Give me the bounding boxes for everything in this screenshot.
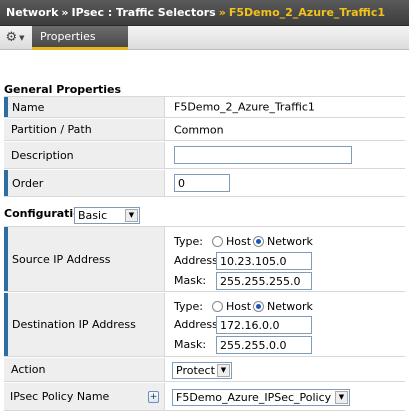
ipsec-policy-label-text: IPsec Policy Name xyxy=(10,390,110,403)
gear-icon: ⚙ xyxy=(5,30,18,45)
action-row: Action Protect ▼ xyxy=(4,358,405,382)
gear-menu-button[interactable]: ⚙ ▼ xyxy=(0,26,30,49)
destination-address-input[interactable] xyxy=(216,316,312,334)
source-mask-label: Mask: xyxy=(174,274,207,287)
description-input[interactable] xyxy=(174,146,352,164)
chevron-down-icon: ▼ xyxy=(19,33,25,42)
description-label: Description xyxy=(4,142,165,168)
destination-network-label: Network xyxy=(267,300,313,313)
action-label: Action xyxy=(4,358,165,381)
destination-network-radio[interactable] xyxy=(253,301,264,312)
destination-host-label: Host xyxy=(226,300,252,313)
breadcrumb: Network » IPsec : Traffic Selectors » F5… xyxy=(0,0,409,26)
source-address-input[interactable] xyxy=(216,252,312,270)
name-value: F5Demo_2_Azure_Traffic1 xyxy=(174,100,315,114)
partition-value: Common xyxy=(174,123,224,136)
breadcrumb-separator: » xyxy=(61,6,69,19)
breadcrumb-ipsec-traffic-selectors[interactable]: IPsec : Traffic Selectors xyxy=(72,6,216,19)
add-policy-button[interactable]: + xyxy=(148,391,159,403)
source-type-label: Type: xyxy=(174,235,203,248)
destination-type-label: Type: xyxy=(174,300,203,313)
chevron-down-icon: ▼ xyxy=(335,391,348,404)
destination-ip-row: Destination IP Address Type: Host Networ… xyxy=(4,293,405,357)
chevron-down-icon: ▼ xyxy=(125,209,138,222)
source-ip-label: Source IP Address xyxy=(4,227,165,291)
name-label: Name xyxy=(4,97,165,117)
breadcrumb-current: F5Demo_2_Azure_Traffic1 xyxy=(228,6,385,19)
breadcrumb-separator: » xyxy=(218,6,226,19)
description-row: Description xyxy=(4,142,405,169)
source-address-label: Address: xyxy=(174,254,222,267)
action-value: Protect xyxy=(176,364,215,377)
order-row: Order xyxy=(4,170,405,197)
chevron-down-icon: ▼ xyxy=(217,364,230,377)
source-host-radio[interactable] xyxy=(212,236,223,247)
source-host-label: Host xyxy=(226,235,252,248)
configuration-value: Basic xyxy=(78,209,108,222)
destination-ip-label: Destination IP Address xyxy=(4,293,165,356)
order-label: Order xyxy=(4,170,165,196)
source-network-label: Network xyxy=(267,235,313,248)
source-mask-input[interactable] xyxy=(216,272,312,290)
configuration-select[interactable]: Basic ▼ xyxy=(74,207,140,224)
source-network-radio[interactable] xyxy=(253,236,264,247)
order-input[interactable] xyxy=(174,174,230,192)
tab-bar: ⚙ ▼ Properties xyxy=(0,26,409,50)
ipsec-policy-label: IPsec Policy Name + xyxy=(4,383,165,410)
name-row: Name F5Demo_2_Azure_Traffic1 xyxy=(4,96,405,118)
partition-row: Partition / Path Common xyxy=(4,119,405,141)
ipsec-policy-row: IPsec Policy Name + F5Demo_Azure_IPSec_P… xyxy=(4,383,405,411)
ipsec-policy-value: F5Demo_Azure_IPSec_Policy xyxy=(176,391,332,404)
ipsec-policy-select[interactable]: F5Demo_Azure_IPSec_Policy ▼ xyxy=(172,389,350,406)
tab-properties[interactable]: Properties xyxy=(32,26,128,50)
general-properties-title: General Properties xyxy=(4,83,122,96)
action-select[interactable]: Protect ▼ xyxy=(172,362,232,379)
partition-label: Partition / Path xyxy=(4,119,165,140)
destination-mask-label: Mask: xyxy=(174,338,207,351)
destination-host-radio[interactable] xyxy=(212,301,223,312)
source-ip-row: Source IP Address Type: Host Network Add… xyxy=(4,226,405,292)
destination-address-label: Address: xyxy=(174,318,222,331)
destination-mask-input[interactable] xyxy=(216,336,312,354)
breadcrumb-network[interactable]: Network xyxy=(6,6,58,19)
